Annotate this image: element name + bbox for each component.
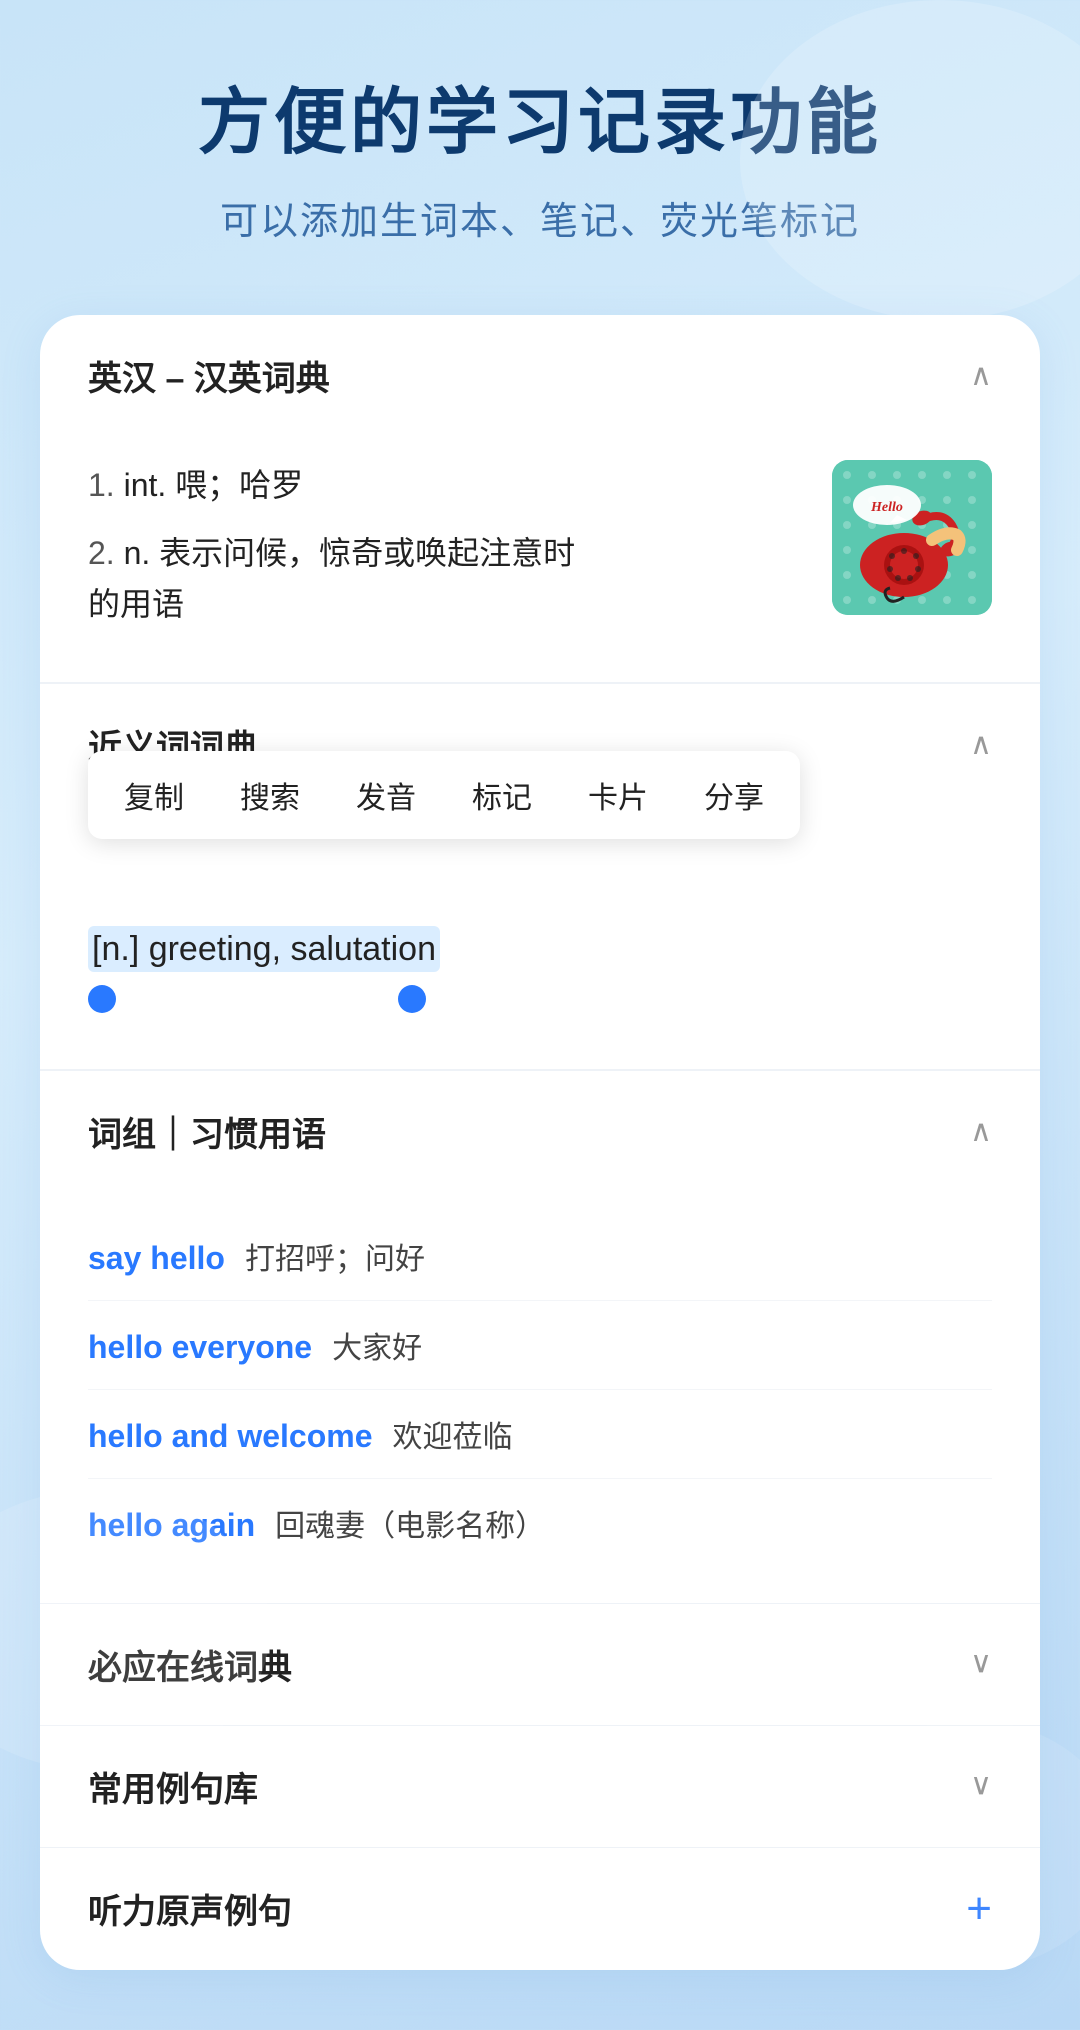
phrases-title: 词组｜习惯用语	[88, 1107, 326, 1156]
context-menu-pronounce[interactable]: 发音	[328, 751, 444, 839]
audio-title: 听力原声例句	[88, 1884, 292, 1933]
selection-handle-right	[398, 985, 426, 1013]
phrase-row-3[interactable]: hello and welcome 欢迎莅临	[88, 1390, 992, 1479]
definition-area: 1. int. 喂；哈罗 2. n. 表示问候，惊奇或唤起注意时的用语	[40, 436, 1040, 682]
context-menu-copy[interactable]: 复制	[96, 751, 212, 839]
selected-text: [n.] greeting, salutation	[88, 926, 440, 972]
phrase-zh-3: 欢迎莅临	[393, 1412, 513, 1456]
svg-text:Hello: Hello	[870, 500, 903, 515]
main-dict-title: 英汉 – 汉英词典	[88, 351, 330, 400]
examples-header[interactable]: 常用例句库 ∧	[40, 1726, 1040, 1847]
phrase-row-1[interactable]: say hello 打招呼；问好	[88, 1212, 992, 1301]
examples-section: 常用例句库 ∧	[40, 1725, 1040, 1847]
context-menu-share[interactable]: 分享	[676, 751, 792, 839]
main-dict-chevron-icon: ∧	[970, 358, 992, 393]
phrases-chevron-icon: ∧	[970, 1114, 992, 1149]
phrases-header[interactable]: 词组｜习惯用语 ∧	[40, 1071, 1040, 1192]
phrases-content: say hello 打招呼；问好 hello everyone 大家好 hell…	[40, 1192, 1040, 1603]
audio-header[interactable]: 听力原声例句 +	[40, 1848, 1040, 1970]
synonyms-content: 复制 搜索 发音 标记 卡片 分享 [n.] greeting, salutat…	[40, 805, 1040, 1069]
hello-image: Hello	[832, 460, 992, 615]
examples-chevron-icon: ∧	[970, 1769, 992, 1804]
definition-2: 2. n. 表示问候，惊奇或唤起注意时的用语	[88, 528, 808, 630]
phrase-zh-1: 打招呼；问好	[245, 1234, 425, 1278]
main-dict-header[interactable]: 英汉 – 汉英词典 ∧	[40, 315, 1040, 436]
page-title: 方便的学习记录功能	[60, 80, 1020, 166]
selection-handles	[88, 985, 992, 1013]
page-header: 方便的学习记录功能 可以添加生词本、笔记、荧光笔标记	[0, 0, 1080, 285]
context-menu: 复制 搜索 发音 标记 卡片 分享	[88, 751, 800, 839]
synonyms-section: 近义词词典 ∧ 复制 搜索 发音 标记 卡片 分享 [n.] greeting,…	[40, 683, 1040, 1070]
audio-section: 听力原声例句 +	[40, 1847, 1040, 1970]
phrase-en-1: say hello	[88, 1240, 225, 1277]
context-menu-card[interactable]: 卡片	[560, 751, 676, 839]
bingdict-title: 必应在线词典	[88, 1640, 292, 1689]
phrase-zh-4: 回魂妻（电影名称）	[275, 1501, 545, 1545]
audio-plus-icon: +	[966, 1884, 992, 1934]
main-dict-section: 英汉 – 汉英词典 ∧ 1. int. 喂；哈罗 2. n. 表示问候，惊奇或唤…	[40, 315, 1040, 683]
context-menu-mark[interactable]: 标记	[444, 751, 560, 839]
selection-handle-left	[88, 985, 116, 1013]
definitions-list: 1. int. 喂；哈罗 2. n. 表示问候，惊奇或唤起注意时的用语	[88, 460, 808, 646]
phrase-en-2: hello everyone	[88, 1329, 312, 1366]
phrase-en-3: hello and welcome	[88, 1418, 373, 1455]
phrase-zh-2: 大家好	[332, 1323, 422, 1367]
phrases-section: 词组｜习惯用语 ∧ say hello 打招呼；问好 hello everyon…	[40, 1070, 1040, 1603]
examples-title: 常用例句库	[88, 1762, 258, 1811]
phrase-row-2[interactable]: hello everyone 大家好	[88, 1301, 992, 1390]
synonyms-wrapper: [n.] greeting, salutation	[88, 891, 992, 1033]
main-card: 英汉 – 汉英词典 ∧ 1. int. 喂；哈罗 2. n. 表示问候，惊奇或唤…	[40, 315, 1040, 1969]
phrase-row-4[interactable]: hello again 回魂妻（电影名称）	[88, 1479, 992, 1567]
bingdict-header[interactable]: 必应在线词典 ∧	[40, 1604, 1040, 1725]
definition-1: 1. int. 喂；哈罗	[88, 460, 808, 511]
page-subtitle: 可以添加生词本、笔记、荧光笔标记	[60, 190, 1020, 245]
bingdict-section: 必应在线词典 ∧	[40, 1603, 1040, 1725]
context-menu-search[interactable]: 搜索	[212, 751, 328, 839]
bingdict-chevron-icon: ∧	[970, 1647, 992, 1682]
synonym-text: [n.] greeting, salutation	[88, 926, 440, 972]
synonyms-chevron-icon: ∧	[970, 727, 992, 762]
phrase-en-4: hello again	[88, 1507, 255, 1544]
